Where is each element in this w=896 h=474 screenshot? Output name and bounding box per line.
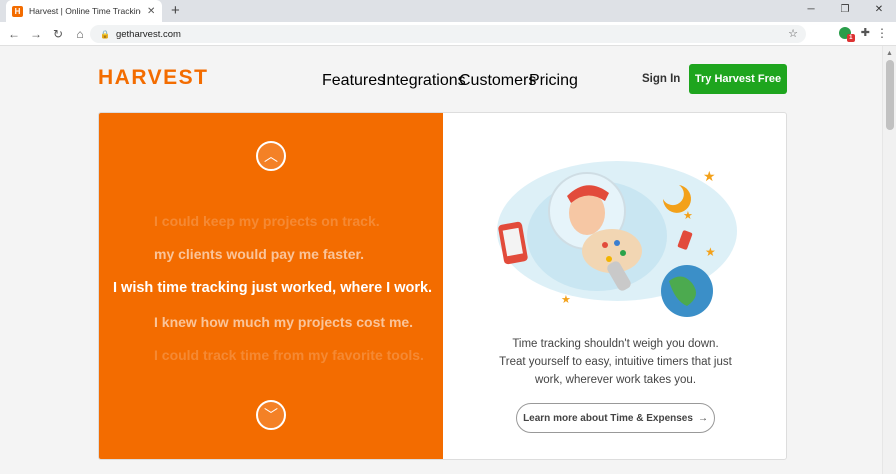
window-controls: ─ ❐ ✕ <box>794 0 896 22</box>
tab-title: Harvest | Online Time Tracking a <box>29 6 141 16</box>
lock-icon: 🔒 <box>100 29 110 39</box>
description-line: Treat yourself to easy, intuitive timers… <box>499 356 732 368</box>
carousel-up-button[interactable]: ︿ <box>256 141 286 171</box>
scrollbar-thumb[interactable] <box>886 60 894 130</box>
page: HARVEST Features Integrations Customers … <box>0 46 882 474</box>
sign-in-link[interactable]: Sign In <box>642 73 680 85</box>
harvest-favicon-icon: H <box>12 5 23 17</box>
arrow-right-icon: → <box>697 412 708 424</box>
carousel-phrase: I knew how much my projects cost me. <box>154 314 414 330</box>
carousel-phrase: I could track time from my favorite tool… <box>154 347 424 363</box>
svg-text:★: ★ <box>683 210 693 222</box>
extension-icon[interactable]: 1 <box>838 26 855 42</box>
carousel-phrase-active: I wish time tracking just worked, where … <box>113 280 433 296</box>
page-scrollbar[interactable]: ▲ <box>882 46 896 474</box>
menu-icon[interactable]: ⋮ <box>876 26 888 40</box>
nav-pricing[interactable]: Pricing <box>529 72 578 90</box>
restore-icon[interactable]: ❐ <box>828 0 862 22</box>
description-line: work, wherever work takes you. <box>534 374 697 386</box>
astronaut-illustration: ★ ★ ★ ★ <box>497 161 737 317</box>
new-tab-icon[interactable]: + <box>171 2 180 20</box>
svg-text:★: ★ <box>703 168 716 184</box>
forward-icon[interactable]: → <box>25 27 47 41</box>
close-tab-icon[interactable]: ✕ <box>147 6 155 17</box>
browser-toolbar: ← → ↻ ⌂ 🔒 getharvest.com ☆ 1 ✚ ⋮ <box>0 22 896 46</box>
home-icon[interactable]: ⌂ <box>69 27 91 41</box>
minimize-icon[interactable]: ─ <box>794 0 828 22</box>
browser-tab[interactable]: H Harvest | Online Time Tracking a ✕ <box>6 0 162 22</box>
chevron-down-icon: ﹀ <box>264 407 278 423</box>
phrase-carousel: ︿ I could keep my projects on track. my … <box>99 113 443 459</box>
scroll-up-icon[interactable]: ▲ <box>886 50 893 57</box>
hero-description: Time tracking shouldn't weigh you down. … <box>443 335 786 389</box>
extensions: 1 ✚ <box>838 26 870 42</box>
learn-more-label: Learn more about Time & Expenses <box>523 412 693 424</box>
svg-text:★: ★ <box>561 294 571 306</box>
try-harvest-free-button[interactable]: Try Harvest Free <box>689 64 787 94</box>
carousel-phrase: I could keep my projects on track. <box>154 213 380 229</box>
url-text: getharvest.com <box>115 28 181 40</box>
bookmark-star-icon[interactable]: ☆ <box>788 27 798 40</box>
chevron-up-icon: ︿ <box>264 148 278 164</box>
back-icon[interactable]: ← <box>3 27 25 41</box>
reload-icon[interactable]: ↻ <box>47 27 69 41</box>
learn-more-button[interactable]: Learn more about Time & Expenses → <box>516 403 715 433</box>
puzzle-icon[interactable]: ✚ <box>861 26 870 39</box>
hero-card: ︿ I could keep my projects on track. my … <box>98 112 787 460</box>
harvest-logo[interactable]: HARVEST <box>98 66 208 90</box>
carousel-down-button[interactable]: ﹀ <box>256 400 286 430</box>
close-window-icon[interactable]: ✕ <box>862 0 896 22</box>
nav-features[interactable]: Features <box>322 72 385 90</box>
nav-customers[interactable]: Customers <box>459 72 536 90</box>
description-line: Time tracking shouldn't weigh you down. <box>512 338 719 350</box>
svg-text:★: ★ <box>705 245 716 259</box>
tab-strip: H Harvest | Online Time Tracking a ✕ + ─… <box>0 0 896 22</box>
nav-integrations[interactable]: Integrations <box>382 72 466 90</box>
address-bar[interactable]: 🔒 getharvest.com ☆ <box>90 25 806 43</box>
carousel-phrase: my clients would pay me faster. <box>154 246 365 262</box>
